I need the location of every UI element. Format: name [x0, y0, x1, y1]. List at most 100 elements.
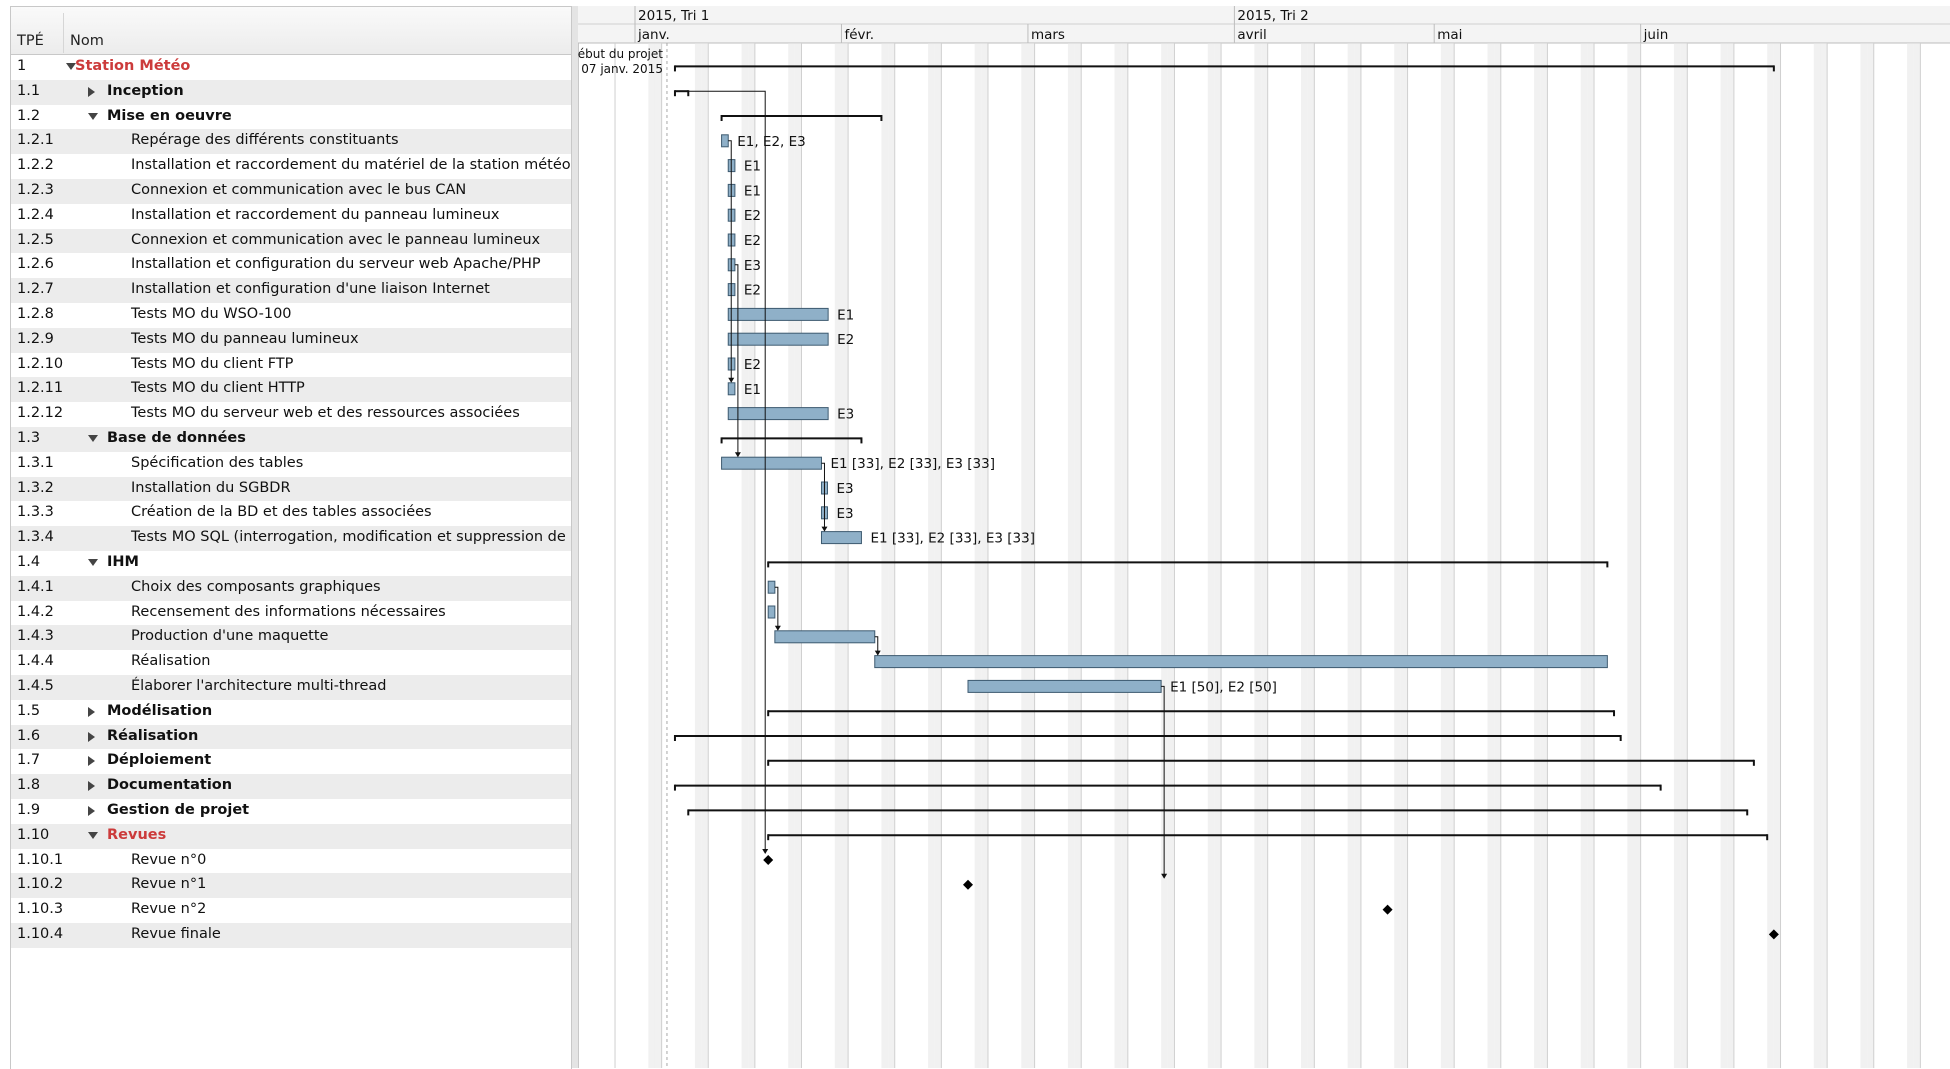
task-name: Réalisation	[131, 653, 211, 670]
expand-triangle-icon[interactable]	[88, 86, 95, 97]
task-row[interactable]: 1.3.2 Installation du SGBDR	[11, 476, 571, 502]
expand-triangle-icon[interactable]	[88, 781, 95, 792]
task-row[interactable]: 1.4 IHM	[11, 551, 571, 576]
task-name: Tests MO du panneau lumineux	[131, 330, 359, 347]
task-name: Installation et raccordement du panneau …	[131, 206, 500, 223]
collapse-triangle-icon[interactable]	[88, 435, 98, 442]
weekend-column	[934, 43, 942, 1068]
gantt-chart[interactable]: 2015, Tri 1 2015, Tri 2 janv. févr. mars avri…	[578, 6, 1950, 1068]
weekend-column	[1301, 43, 1308, 1068]
task-name: Connexion et communication avec le panne…	[131, 231, 541, 248]
weekend-column	[1447, 43, 1455, 1068]
weekend-column	[1161, 43, 1168, 1068]
task-row[interactable]: 1.2.4 Installation et raccordement du pan…	[11, 204, 571, 229]
column-header-name[interactable]: Nom	[70, 33, 104, 49]
task-row[interactable]: 1.3.1 Spécification des tables	[11, 452, 571, 477]
task-name: Station Météo	[75, 58, 191, 74]
task-row[interactable]: 1.6 Réalisation	[11, 724, 571, 750]
task-row[interactable]: 1.4.1 Choix des composants graphiques	[11, 575, 571, 601]
task-row[interactable]: 1.9 Gestion de projet	[11, 799, 571, 824]
task-bar	[967, 679, 1162, 693]
expand-triangle-icon[interactable]	[88, 706, 95, 717]
weekend-column	[888, 43, 895, 1068]
month-label: avril	[1237, 27, 1266, 43]
task-row[interactable]: 1.2.1 Repérage des différents constituant…	[11, 129, 571, 155]
weekend-column	[1027, 43, 1035, 1068]
task-row[interactable]: 1.4.4 Réalisation	[11, 650, 571, 675]
month-label: mai	[1437, 27, 1462, 43]
task-row[interactable]: 1.2.2 Installation et raccordement du mat…	[11, 154, 571, 179]
project-start-label: Début du projet	[578, 47, 663, 61]
month-label: juin	[1643, 27, 1669, 43]
task-row[interactable]: 1.2.8 Tests MO du WSO-100	[11, 303, 571, 328]
task-row[interactable]: 1.2.5 Connexion et communication avec le …	[11, 228, 571, 254]
task-id: 1.4.1	[17, 578, 54, 595]
weekend-column	[1307, 43, 1315, 1068]
task-row[interactable]: 1.10.4 Revue finale	[11, 923, 571, 948]
collapse-triangle-icon[interactable]	[88, 112, 98, 120]
dependency-arrowhead	[821, 526, 828, 532]
task-resource-label: E2	[744, 283, 761, 299]
weekend-column	[1727, 43, 1734, 1068]
task-row[interactable]: 1 Station Météo	[11, 55, 571, 80]
task-row[interactable]: 1.1 Inception	[11, 79, 571, 105]
task-id: 1.4.5	[17, 678, 54, 694]
weekend-column	[1534, 43, 1541, 1068]
task-name: Mise en oeuvre	[107, 107, 232, 124]
weekend-column	[1634, 43, 1641, 1068]
weekend-column	[1021, 43, 1028, 1068]
column-separator[interactable]	[63, 13, 64, 53]
task-row[interactable]: 1.2 Mise en oeuvre	[11, 105, 571, 130]
collapse-triangle-icon[interactable]	[88, 559, 98, 566]
task-id: 1.4.4	[17, 653, 54, 670]
task-id: 1.10.1	[17, 851, 64, 868]
task-row[interactable]: 1.3 Base de données	[11, 427, 571, 452]
collapse-triangle-icon[interactable]	[88, 831, 98, 839]
task-row[interactable]: 1.2.12 Tests MO du serveur web et des res…	[11, 402, 571, 427]
task-row[interactable]: 1.3.3 Création de la BD et des tables ass…	[11, 501, 571, 526]
weekend-column	[1907, 43, 1914, 1068]
task-name: Tests MO du client FTP	[131, 355, 294, 372]
expand-triangle-icon[interactable]	[88, 756, 95, 767]
task-row[interactable]: 1.2.9 Tests MO du panneau lumineux	[11, 327, 571, 353]
weekend-column	[1074, 43, 1082, 1068]
task-row[interactable]: 1.3.4 Tests MO SQL (interrogation, modifi…	[11, 526, 571, 551]
weekend-column	[1773, 43, 1781, 1068]
task-id: 1.2.5	[17, 231, 54, 248]
task-id: 1.2.7	[17, 281, 54, 298]
column-header-id[interactable]: TPÉ	[17, 33, 44, 49]
weekend-column	[1121, 43, 1128, 1068]
task-id: 1.3.4	[17, 529, 54, 546]
task-row[interactable]: 1.8 Documentation	[11, 774, 571, 799]
task-id: 1.2.9	[17, 330, 54, 347]
task-bar	[774, 630, 876, 644]
task-name: Base de données	[107, 430, 246, 446]
task-row[interactable]: 1.2.3 Connexion et communication avec le …	[11, 179, 571, 204]
task-id: 1.10	[17, 826, 50, 843]
task-bar	[820, 531, 862, 545]
weekend-column	[1587, 43, 1595, 1068]
task-row[interactable]: 1.10.2 Revue n°1	[11, 873, 571, 899]
weekend-column	[648, 43, 655, 1068]
task-row[interactable]: 1.10 Revues	[11, 823, 571, 849]
expand-triangle-icon[interactable]	[88, 731, 95, 742]
task-row[interactable]: 1.2.6 Installation et configuration du se…	[11, 253, 571, 278]
expand-triangle-icon[interactable]	[88, 806, 95, 816]
task-row[interactable]: 1.2.7 Installation et configuration d'une…	[11, 278, 571, 303]
dependency-arrowhead	[874, 650, 881, 656]
task-row[interactable]: 1.4.3 Production d'une maquette	[11, 625, 571, 651]
task-name: Tests MO du client HTTP	[131, 380, 305, 397]
task-row[interactable]: 1.10.3 Revue n°2	[11, 898, 571, 923]
task-row[interactable]: 1.10.1 Revue n°0	[11, 849, 571, 874]
task-id: 1.2.10	[17, 355, 64, 372]
task-row[interactable]: 1.5 Modélisation	[11, 700, 571, 725]
weekend-column	[1913, 43, 1921, 1068]
dependency-connector	[821, 462, 825, 531]
task-row[interactable]: 1.7 Déploiement	[11, 749, 571, 774]
task-row[interactable]: 1.2.11 Tests MO du client HTTP	[11, 377, 571, 403]
task-row[interactable]: 1.4.2 Recensement des informations nécess…	[11, 601, 571, 626]
task-name: Installation du SGBDR	[131, 479, 291, 496]
task-row[interactable]: 1.2.10 Tests MO du client FTP	[11, 353, 571, 378]
task-row[interactable]: 1.4.5 Élaborer l'architecture multi-threa…	[11, 675, 571, 700]
task-name: Déploiement	[107, 752, 212, 769]
